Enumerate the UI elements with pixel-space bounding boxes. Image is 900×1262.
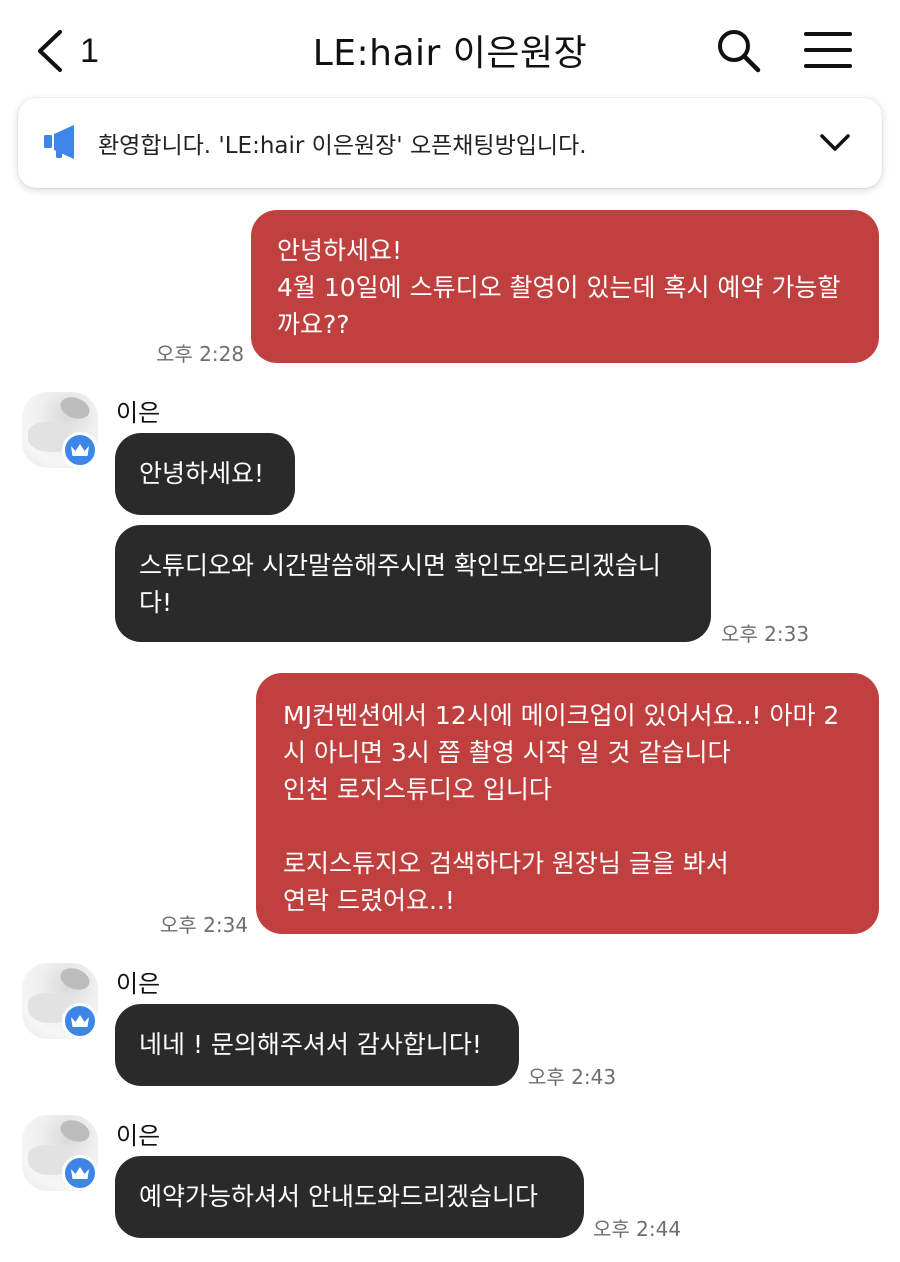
avatar[interactable] bbox=[22, 1115, 98, 1191]
megaphone-icon bbox=[44, 125, 74, 159]
message-bubble-sent[interactable]: 안녕하세요! 4월 10일에 스튜디오 촬영이 있는데 혹시 예약 가능할 까요… bbox=[251, 210, 879, 363]
avatar[interactable] bbox=[22, 392, 98, 468]
avatar[interactable] bbox=[22, 963, 98, 1039]
notice-text: 환영합니다. 'LE:hair 이은원장' 오픈채팅방입니다. bbox=[98, 133, 587, 159]
message-time: 오후 2:43 bbox=[528, 1065, 617, 1089]
hamburger-menu-icon[interactable] bbox=[800, 28, 856, 72]
crown-icon bbox=[71, 1167, 89, 1179]
sender-name: 이은 bbox=[116, 970, 161, 998]
host-badge bbox=[62, 1155, 98, 1191]
chevron-down-icon[interactable] bbox=[818, 128, 852, 156]
sender-name: 이은 bbox=[116, 399, 161, 427]
host-badge bbox=[62, 432, 98, 468]
message-bubble-received[interactable]: 안녕하세요! bbox=[115, 433, 295, 515]
message-bubble-received[interactable]: 예약가능하셔서 안내도와드리겠습니다 bbox=[115, 1156, 584, 1238]
message-time: 오후 2:34 bbox=[160, 913, 249, 937]
message-bubble-received[interactable]: 스튜디오와 시간말씀해주시면 확인도와드리겠습니 다! bbox=[115, 525, 711, 642]
message-bubble-sent[interactable]: MJ컨벤션에서 12시에 메이크업이 있어서요..! 아마 2 시 아니면 3시… bbox=[256, 673, 879, 934]
message-bubble-received[interactable]: 네네 ! 문의해주셔서 감사합니다! bbox=[115, 1004, 519, 1086]
message-time: 오후 2:33 bbox=[721, 622, 810, 646]
crown-icon bbox=[71, 444, 89, 456]
crown-icon bbox=[71, 1015, 89, 1027]
search-icon[interactable] bbox=[714, 26, 764, 76]
sender-name: 이은 bbox=[116, 1122, 161, 1150]
message-time: 오후 2:28 bbox=[156, 342, 245, 366]
chat-title: LE:hair 이은원장 bbox=[312, 33, 588, 74]
host-badge bbox=[62, 1003, 98, 1039]
message-time: 오후 2:44 bbox=[593, 1217, 682, 1241]
notice-banner[interactable]: 환영합니다. 'LE:hair 이은원장' 오픈채팅방입니다. bbox=[18, 98, 882, 188]
chat-header: 1 LE:hair 이은원장 bbox=[0, 0, 900, 98]
